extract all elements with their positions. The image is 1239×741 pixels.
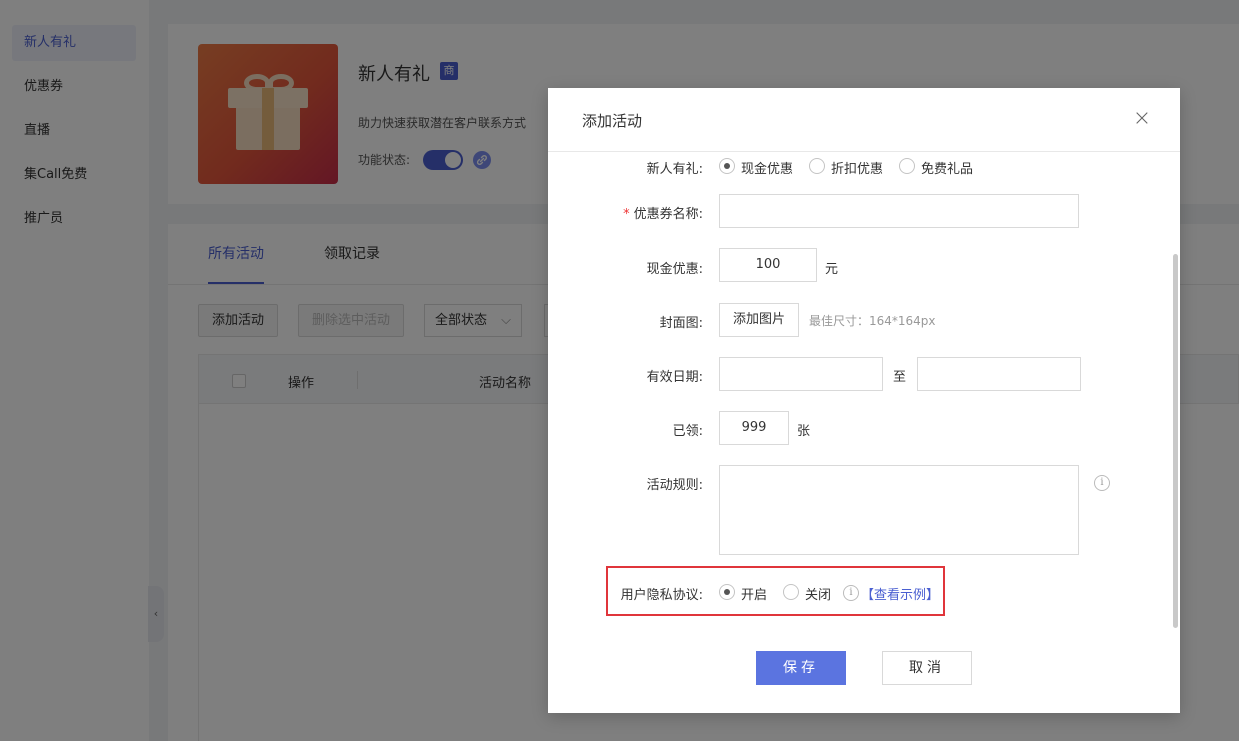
date-separator: 至 — [893, 370, 907, 385]
rules-info-icon[interactable]: i — [1094, 475, 1110, 491]
radio-label-free-gift[interactable]: 免费礼品 — [921, 158, 973, 177]
dialog-scrollbar[interactable] — [1173, 254, 1178, 628]
coupon-name-label-text: 优惠券名称: — [633, 207, 703, 222]
rules-label: 活动规则: — [646, 478, 703, 493]
claimed-input[interactable]: 999 — [719, 411, 789, 445]
cancel-button[interactable]: 取消 — [882, 651, 972, 685]
rules-textarea[interactable] — [719, 465, 1079, 555]
cash-discount-label: 现金优惠: — [646, 262, 703, 277]
coupon-name-input[interactable] — [719, 194, 1079, 228]
add-activity-dialog: 添加活动 × 新人有礼: 现金优惠 折扣优惠 免费礼品 * 优惠券名称: 现金优惠… — [548, 88, 1180, 713]
radio-label-privacy-on[interactable]: 开启 — [741, 584, 767, 603]
save-button[interactable]: 保存 — [756, 651, 846, 685]
add-image-button[interactable]: 添加图片 — [719, 303, 800, 337]
coupon-name-label: * 优惠券名称: — [548, 203, 703, 222]
privacy-info-icon[interactable]: i — [843, 585, 859, 601]
claimed-label: 已领: — [672, 424, 703, 439]
dialog-header: 添加活动 × — [548, 88, 1180, 152]
claimed-unit: 张 — [797, 424, 811, 439]
cash-discount-input[interactable]: 100 — [719, 248, 817, 282]
radio-percent-discount[interactable] — [809, 158, 825, 174]
radio-privacy-on[interactable] — [719, 584, 735, 600]
cover-label: 封面图: — [659, 316, 703, 331]
radio-privacy-off[interactable] — [783, 584, 799, 600]
radio-cash-discount[interactable] — [719, 158, 735, 174]
radio-label-percent-discount[interactable]: 折扣优惠 — [831, 158, 883, 177]
dialog-title: 添加活动 — [582, 112, 643, 130]
view-example-link[interactable]: 【查看示例】 — [861, 584, 939, 603]
required-mark: * — [623, 207, 630, 222]
gift-type-label: 新人有礼: — [646, 162, 703, 177]
start-date-input[interactable] — [719, 357, 883, 391]
cash-unit: 元 — [825, 262, 839, 277]
privacy-label: 用户隐私协议: — [620, 588, 703, 603]
cover-size-hint: 最佳尺寸：164*164px — [809, 314, 936, 328]
end-date-input[interactable] — [917, 357, 1081, 391]
radio-label-privacy-off[interactable]: 关闭 — [805, 584, 831, 603]
valid-date-label: 有效日期: — [646, 370, 703, 385]
radio-free-gift[interactable] — [899, 158, 915, 174]
radio-label-cash-discount[interactable]: 现金优惠 — [741, 158, 793, 177]
close-icon[interactable]: × — [1130, 108, 1154, 132]
